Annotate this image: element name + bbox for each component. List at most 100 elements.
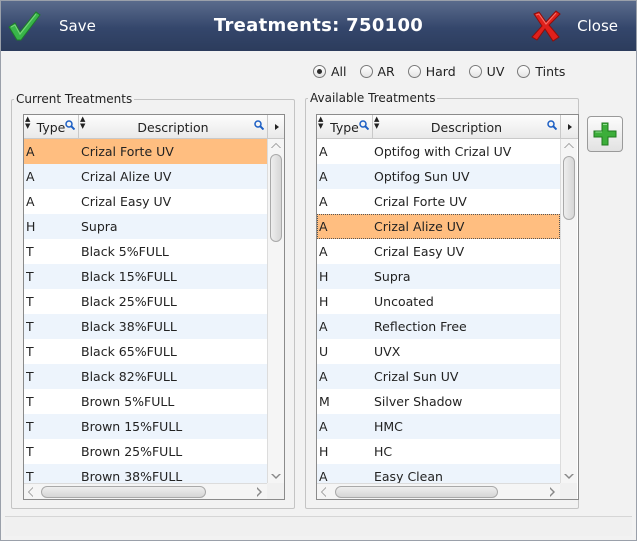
table-row[interactable]: T Brown 5%FULL (24, 389, 267, 414)
description-column-header[interactable]: ▲ ▼ Description (79, 115, 268, 139)
vertical-scrollbar[interactable] (267, 139, 284, 485)
table-row[interactable]: T Black 5%FULL (24, 239, 267, 264)
description-cell: Supra (81, 219, 118, 234)
grid-header: ▲ ▼ Type ▲ ▼ Description (317, 115, 578, 139)
table-row[interactable]: H Supra (317, 264, 560, 289)
description-cell: Black 65%FULL (81, 344, 177, 359)
table-row[interactable]: H Supra (24, 214, 267, 239)
description-cell: Black 15%FULL (81, 269, 177, 284)
description-cell: HC (374, 444, 393, 459)
scroll-left-icon[interactable] (28, 487, 33, 497)
table-row[interactable]: A Crizal Forte UV (24, 139, 267, 164)
close-label: Close (577, 17, 618, 35)
radio-icon (359, 64, 373, 78)
description-cell: Crizal Easy UV (374, 244, 465, 259)
radio-icon (407, 64, 421, 78)
type-cell: T (26, 269, 34, 284)
description-cell: Black 5%FULL (81, 244, 169, 259)
table-row[interactable]: T Brown 15%FULL (24, 414, 267, 439)
column-menu-button[interactable] (561, 115, 578, 139)
add-treatment-button[interactable] (587, 116, 623, 152)
treatments-window: Save Treatments: 750100 Close All AR Har… (0, 0, 637, 541)
treatment-filter: All AR Hard UV Tints (313, 63, 578, 79)
table-row[interactable]: T Black 25%FULL (24, 289, 267, 314)
description-cell: Black 38%FULL (81, 319, 177, 334)
type-cell: A (319, 219, 328, 234)
type-cell: T (26, 344, 34, 359)
type-cell: A (26, 169, 35, 184)
scroll-up-icon[interactable] (564, 143, 574, 148)
scroll-down-icon[interactable] (564, 473, 574, 479)
sort-icon: ▲ ▼ (25, 115, 31, 130)
table-row[interactable]: A Crizal Forte UV (317, 189, 560, 214)
type-column-header[interactable]: ▲ ▼ Type (317, 115, 373, 139)
table-row[interactable]: T Black 65%FULL (24, 339, 267, 364)
type-cell: H (319, 444, 329, 459)
scroll-corner (560, 483, 577, 499)
filter-ar[interactable]: AR (359, 64, 395, 79)
description-cell: Brown 25%FULL (81, 444, 183, 459)
table-row[interactable]: A Crizal Easy UV (24, 189, 267, 214)
filter-tints[interactable]: Tints (517, 64, 565, 79)
search-icon[interactable] (254, 120, 264, 130)
scrollbar-thumb[interactable] (270, 154, 282, 242)
type-column-header[interactable]: ▲ ▼ Type (24, 115, 79, 139)
table-row[interactable]: U UVX (317, 339, 560, 364)
table-row[interactable]: A Optifog Sun UV (317, 164, 560, 189)
type-cell: A (319, 419, 328, 434)
scrollbar-thumb[interactable] (563, 156, 575, 220)
type-cell: A (319, 169, 328, 184)
type-cell: T (26, 319, 34, 334)
description-column-header[interactable]: ▲ ▼ Description (373, 115, 561, 139)
type-cell: A (26, 144, 35, 159)
description-cell: HMC (374, 419, 403, 434)
table-row[interactable]: T Brown 25%FULL (24, 439, 267, 464)
horizontal-scrollbar[interactable] (317, 483, 560, 499)
type-cell: U (319, 344, 329, 359)
radio-selected-icon (313, 64, 326, 78)
filter-all[interactable]: All (313, 64, 347, 79)
table-row[interactable]: A Optifog with Crizal UV (317, 139, 560, 164)
scroll-right-icon[interactable] (549, 487, 555, 497)
filter-hard[interactable]: Hard (407, 64, 456, 79)
vertical-scrollbar[interactable] (560, 139, 577, 485)
sort-icon: ▲ ▼ (318, 115, 324, 130)
scroll-right-icon[interactable] (256, 487, 262, 497)
type-cell: T (26, 369, 34, 384)
x-mark-icon (531, 10, 561, 42)
search-icon[interactable] (65, 120, 75, 130)
table-row[interactable]: M Silver Shadow (317, 389, 560, 414)
title-bar: Save Treatments: 750100 Close (1, 1, 636, 51)
table-row[interactable]: T Black 38%FULL (24, 314, 267, 339)
type-cell: T (26, 394, 34, 409)
scroll-left-icon[interactable] (321, 487, 326, 497)
table-row[interactable]: A HMC (317, 414, 560, 439)
description-cell: Crizal Forte UV (81, 144, 174, 159)
scroll-up-icon[interactable] (271, 143, 281, 148)
table-row[interactable]: A Crizal Alize UV (317, 214, 560, 239)
table-row[interactable]: A Crizal Sun UV (317, 364, 560, 389)
table-row[interactable]: A Reflection Free (317, 314, 560, 339)
description-cell: Reflection Free (374, 319, 467, 334)
search-icon[interactable] (359, 120, 369, 130)
scrollbar-thumb[interactable] (335, 486, 498, 498)
type-cell: H (319, 294, 329, 309)
horizontal-scrollbar[interactable] (24, 483, 267, 499)
filter-uv[interactable]: UV (468, 64, 504, 79)
table-row[interactable]: H Uncoated (317, 289, 560, 314)
table-row[interactable]: T Black 15%FULL (24, 264, 267, 289)
description-cell: Brown 15%FULL (81, 419, 183, 434)
description-cell: Optifog Sun UV (374, 169, 470, 184)
status-bar (5, 516, 632, 536)
table-row[interactable]: A Crizal Easy UV (317, 239, 560, 264)
close-button[interactable]: Close (531, 1, 618, 51)
table-row[interactable]: H HC (317, 439, 560, 464)
table-row[interactable]: T Black 82%FULL (24, 364, 267, 389)
description-cell: Crizal Easy UV (81, 194, 172, 209)
scroll-corner (267, 483, 284, 499)
scrollbar-thumb[interactable] (41, 486, 206, 498)
scroll-down-icon[interactable] (271, 473, 281, 479)
table-row[interactable]: A Crizal Alize UV (24, 164, 267, 189)
column-menu-button[interactable] (268, 115, 284, 139)
search-icon[interactable] (547, 120, 557, 130)
